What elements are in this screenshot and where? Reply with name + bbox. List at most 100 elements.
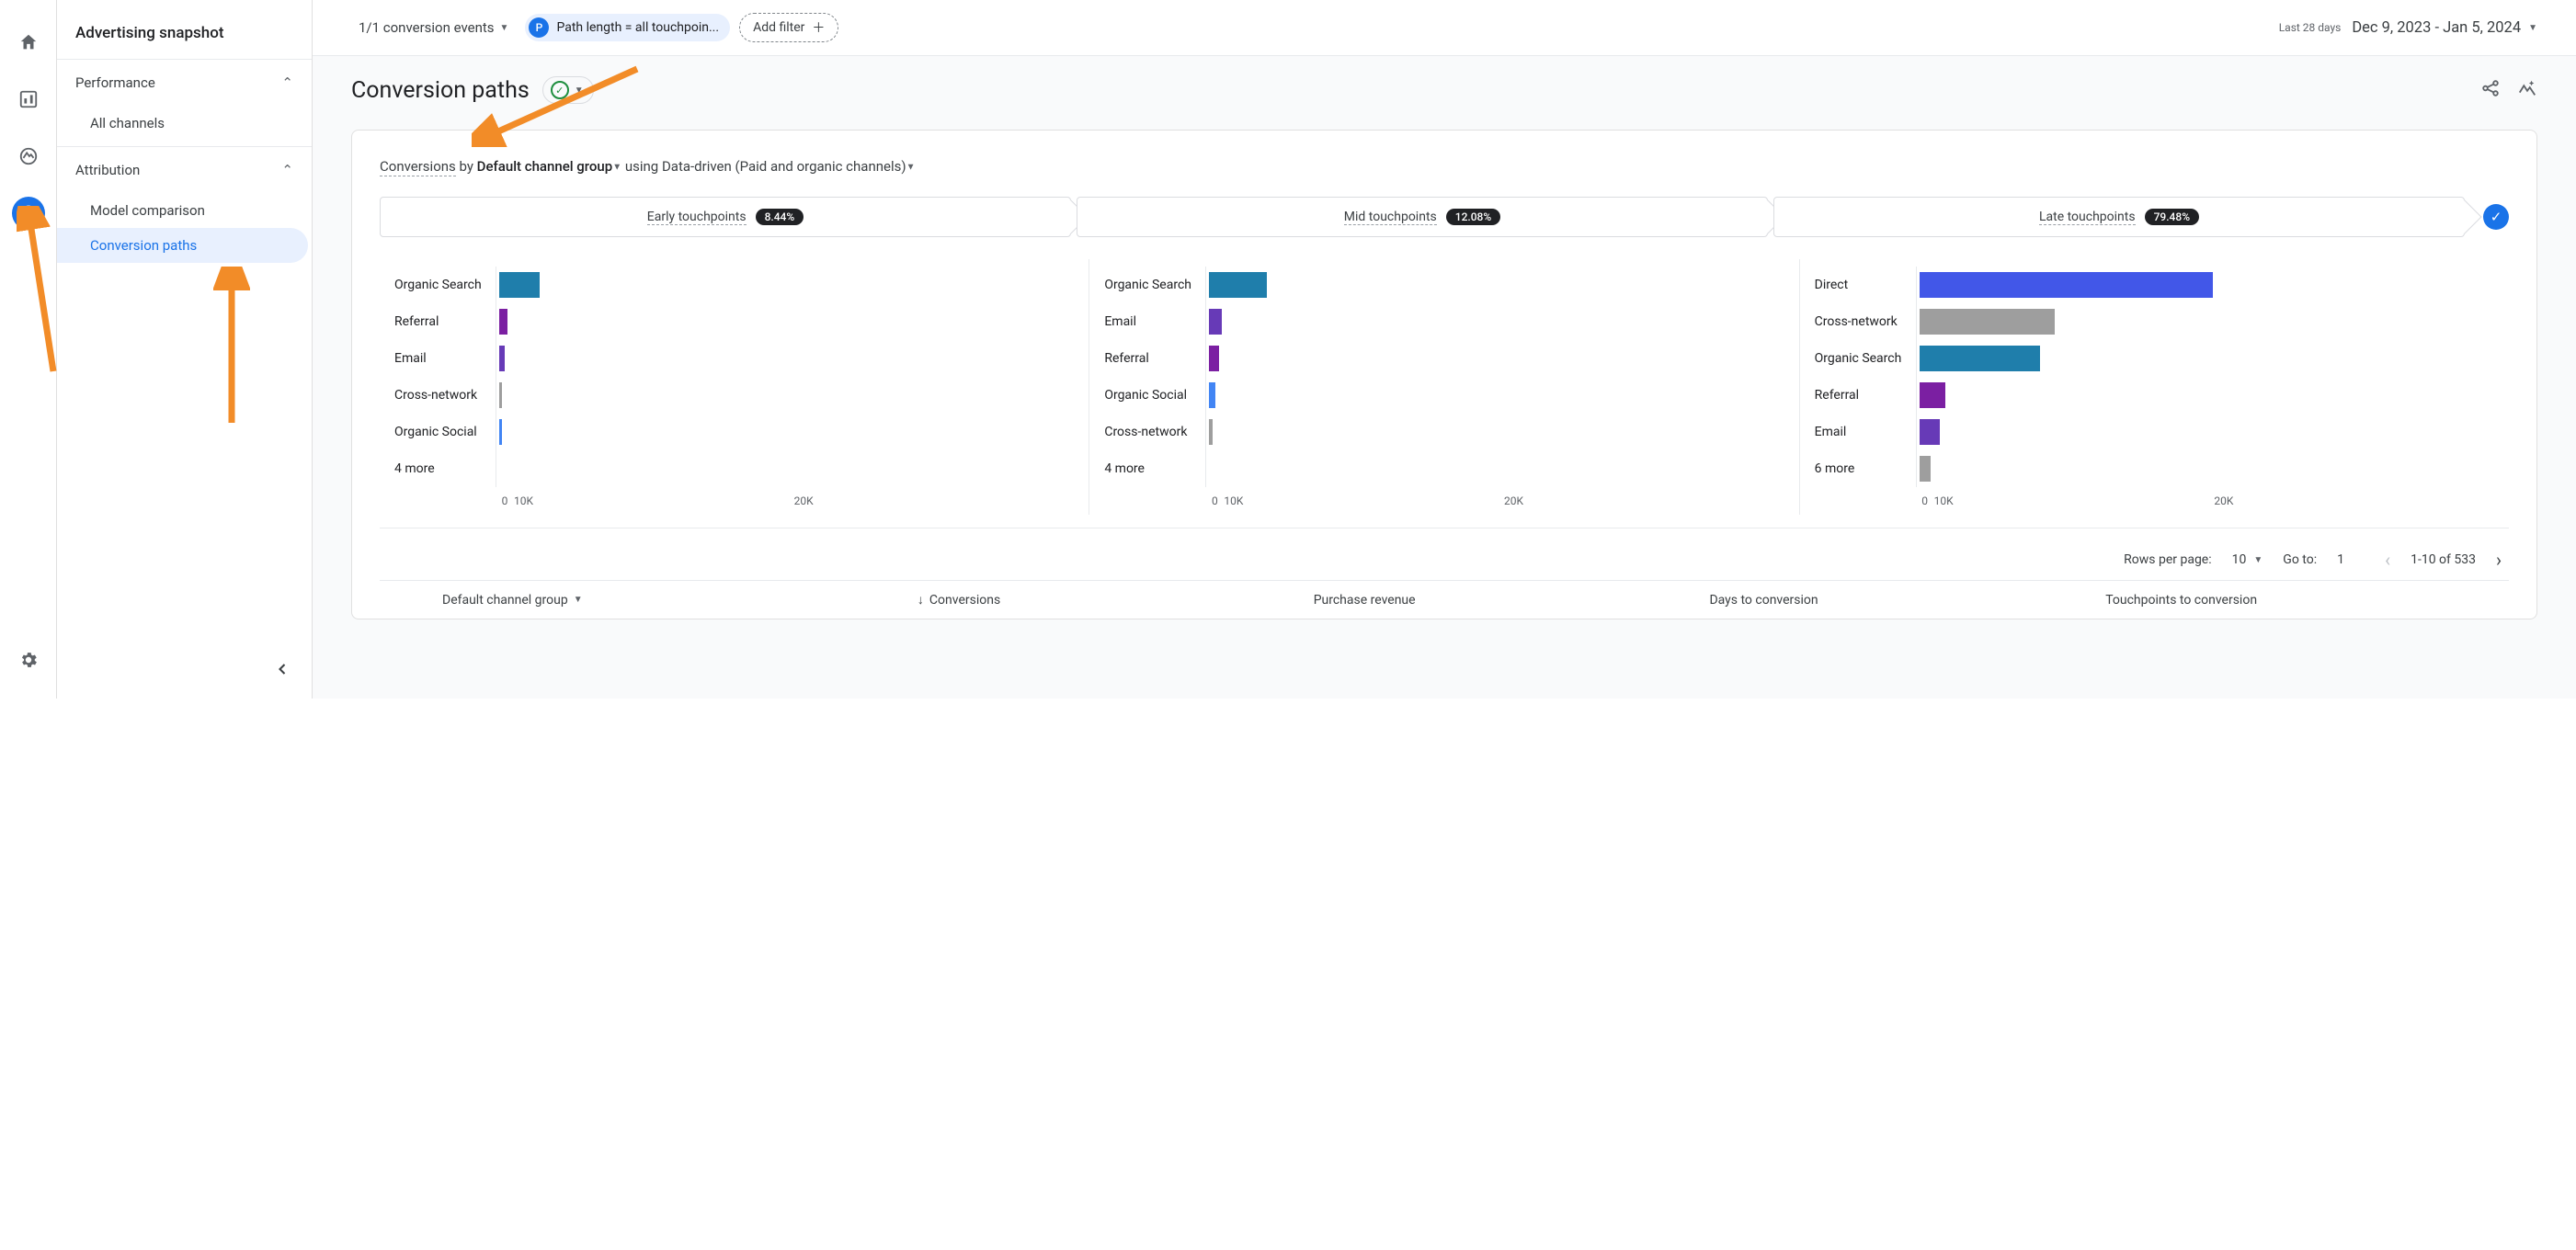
caret-down-icon: ▼ bbox=[2528, 23, 2537, 33]
chart-bar-row: Cross-network bbox=[1815, 303, 2494, 340]
conversion-events-label: 1/1 conversion events bbox=[359, 19, 495, 36]
advertising-icon[interactable] bbox=[12, 197, 45, 230]
home-icon[interactable] bbox=[12, 26, 45, 59]
chart-bar-row: Email bbox=[1815, 414, 2494, 450]
col-purchase-revenue[interactable]: Purchase revenue bbox=[1314, 592, 1710, 608]
share-icon[interactable] bbox=[2480, 78, 2501, 102]
insights-icon[interactable] bbox=[2517, 78, 2537, 102]
chart-category-label: Organic Social bbox=[394, 425, 496, 439]
chart-category-label: Cross-network bbox=[394, 388, 496, 403]
panel-label: Early touchpoints bbox=[647, 210, 747, 225]
main-content: 1/1 conversion events ▼ P Path length = … bbox=[313, 0, 2576, 699]
rows-per-page-select[interactable]: 10 ▼ bbox=[2232, 552, 2263, 567]
axis-tick: 20K bbox=[2214, 494, 2494, 507]
axis-tick: 10K bbox=[514, 494, 794, 507]
admin-gear-icon[interactable] bbox=[12, 643, 45, 676]
chart-category-label: Organic Search bbox=[1104, 278, 1205, 292]
sidebar-item-conversion-paths[interactable]: Conversion paths bbox=[57, 228, 308, 263]
reports-icon[interactable] bbox=[12, 83, 45, 116]
chart-bar-row: Organic Search bbox=[1104, 267, 1784, 303]
add-filter-button[interactable]: Add filter ＋ bbox=[739, 13, 838, 42]
chart-bar-row: Organic Search bbox=[394, 267, 1074, 303]
prev-page-button[interactable]: ‹ bbox=[2385, 549, 2390, 571]
model-selector[interactable]: Data-driven (Paid and organic channels)▼ bbox=[662, 158, 916, 175]
sidebar-item-model-comparison[interactable]: Model comparison bbox=[57, 193, 308, 228]
col-conversions[interactable]: ↓ Conversions bbox=[918, 592, 1314, 608]
chart-axis: 010K20K bbox=[1104, 494, 1784, 507]
caret-down-icon: ▼ bbox=[906, 163, 916, 173]
chart-bar-area bbox=[1916, 346, 2494, 371]
filter-chip-text: Path length = all touchpoin... bbox=[556, 20, 719, 35]
panel-label: Late touchpoints bbox=[2039, 210, 2136, 225]
sidebar-title: Advertising snapshot bbox=[57, 24, 312, 60]
conversion-events-dropdown[interactable]: 1/1 conversion events ▼ bbox=[351, 16, 516, 40]
chart-bar-area bbox=[1205, 382, 1784, 408]
chart-bar-row: Organic Search bbox=[1815, 340, 2494, 377]
collapse-sidebar-button[interactable] bbox=[273, 660, 291, 682]
col-touchpoints-to-conversion[interactable]: Touchpoints to conversion bbox=[2105, 592, 2502, 608]
card-subheader: Conversions by Default channel group▼ us… bbox=[380, 158, 2509, 175]
axis-tick: 20K bbox=[794, 494, 1075, 507]
chart-bar bbox=[499, 309, 507, 335]
chart-bar-row: Email bbox=[394, 340, 1074, 377]
sidebar-section-performance[interactable]: Performance ⌃ bbox=[57, 60, 312, 106]
chart-category-label: 4 more bbox=[394, 461, 496, 476]
page-range-label: 1-10 of 533 bbox=[2411, 552, 2476, 567]
chart-bar-row: Email bbox=[1104, 303, 1784, 340]
date-preset-label: Last 28 days bbox=[2279, 21, 2342, 34]
table-header-row: Default channel group ▼ ↓ Conversions Pu… bbox=[380, 580, 2509, 608]
chart-bar bbox=[1920, 456, 1932, 482]
chart-category-label: Referral bbox=[1815, 388, 1916, 403]
chart-bar-area bbox=[496, 272, 1074, 298]
status-dropdown[interactable]: ✓ ▼ bbox=[542, 76, 594, 104]
metric-selector[interactable]: Conversions bbox=[380, 158, 456, 176]
chart-bar-row: Organic Social bbox=[394, 414, 1074, 450]
next-page-button[interactable]: › bbox=[2496, 549, 2502, 571]
chart-bar-area bbox=[1205, 346, 1784, 371]
bar-chart: DirectCross-networkOrganic SearchReferra… bbox=[1800, 259, 2509, 515]
chart-bar-area bbox=[1205, 309, 1784, 335]
sidebar-item-all-channels[interactable]: All channels bbox=[57, 106, 308, 141]
chart-bar bbox=[499, 419, 502, 445]
axis-tick: 0 bbox=[496, 494, 514, 507]
chart-category-label: Organic Search bbox=[394, 278, 496, 292]
chart-bar-area bbox=[1916, 456, 2494, 482]
panel-early-touchpoints[interactable]: Early touchpoints 8.44% bbox=[380, 197, 1071, 237]
date-range-picker[interactable]: Dec 9, 2023 - Jan 5, 2024 ▼ bbox=[2352, 19, 2537, 37]
explore-icon[interactable] bbox=[12, 140, 45, 173]
chart-category-label: Referral bbox=[1104, 351, 1205, 366]
chart-bar-area bbox=[496, 419, 1074, 445]
chevron-up-icon: ⌃ bbox=[281, 162, 293, 178]
sidebar-section-attribution[interactable]: Attribution ⌃ bbox=[57, 147, 312, 193]
conversion-paths-card: Conversions by Default channel group▼ us… bbox=[351, 130, 2537, 619]
path-length-filter-chip[interactable]: P Path length = all touchpoin... bbox=[525, 14, 730, 41]
caret-down-icon: ▼ bbox=[575, 85, 584, 96]
chart-category-label: Organic Social bbox=[1104, 388, 1205, 403]
check-circle-icon: ✓ bbox=[551, 81, 569, 99]
sidebar: Advertising snapshot Performance ⌃ All c… bbox=[57, 0, 313, 699]
chart-bar bbox=[1209, 382, 1214, 408]
dimension-selector[interactable]: Default channel group▼ bbox=[477, 158, 621, 175]
chart-axis: 010K20K bbox=[394, 494, 1074, 507]
page-title-row: Conversion paths ✓ ▼ bbox=[351, 76, 2537, 104]
chart-bar-area bbox=[1916, 309, 2494, 335]
chart-bar bbox=[1920, 346, 2040, 371]
chart-category-label: 6 more bbox=[1815, 461, 1916, 476]
chart-bar-row: Referral bbox=[1104, 340, 1784, 377]
sort-down-icon: ↓ bbox=[918, 592, 924, 608]
chart-category-label: Email bbox=[1815, 425, 1916, 439]
chart-bar-area bbox=[1205, 419, 1784, 445]
axis-tick: 10K bbox=[1224, 494, 1504, 507]
chart-category-label: Referral bbox=[394, 314, 496, 329]
rows-per-page-label: Rows per page: bbox=[2124, 552, 2211, 567]
panel-mid-touchpoints[interactable]: Mid touchpoints 12.08% bbox=[1077, 197, 1768, 237]
chart-axis: 010K20K bbox=[1815, 494, 2494, 507]
caret-down-icon: ▼ bbox=[500, 23, 509, 33]
filter-chip-letter: P bbox=[529, 17, 549, 38]
chart-bar-area bbox=[496, 346, 1074, 371]
goto-input[interactable]: 1 bbox=[2337, 552, 2365, 567]
conversion-check-icon: ✓ bbox=[2483, 204, 2509, 230]
dimension-column-dropdown[interactable]: Default channel group ▼ bbox=[387, 592, 918, 608]
panel-late-touchpoints[interactable]: Late touchpoints 79.48% bbox=[1773, 197, 2465, 237]
col-days-to-conversion[interactable]: Days to conversion bbox=[1709, 592, 2105, 608]
